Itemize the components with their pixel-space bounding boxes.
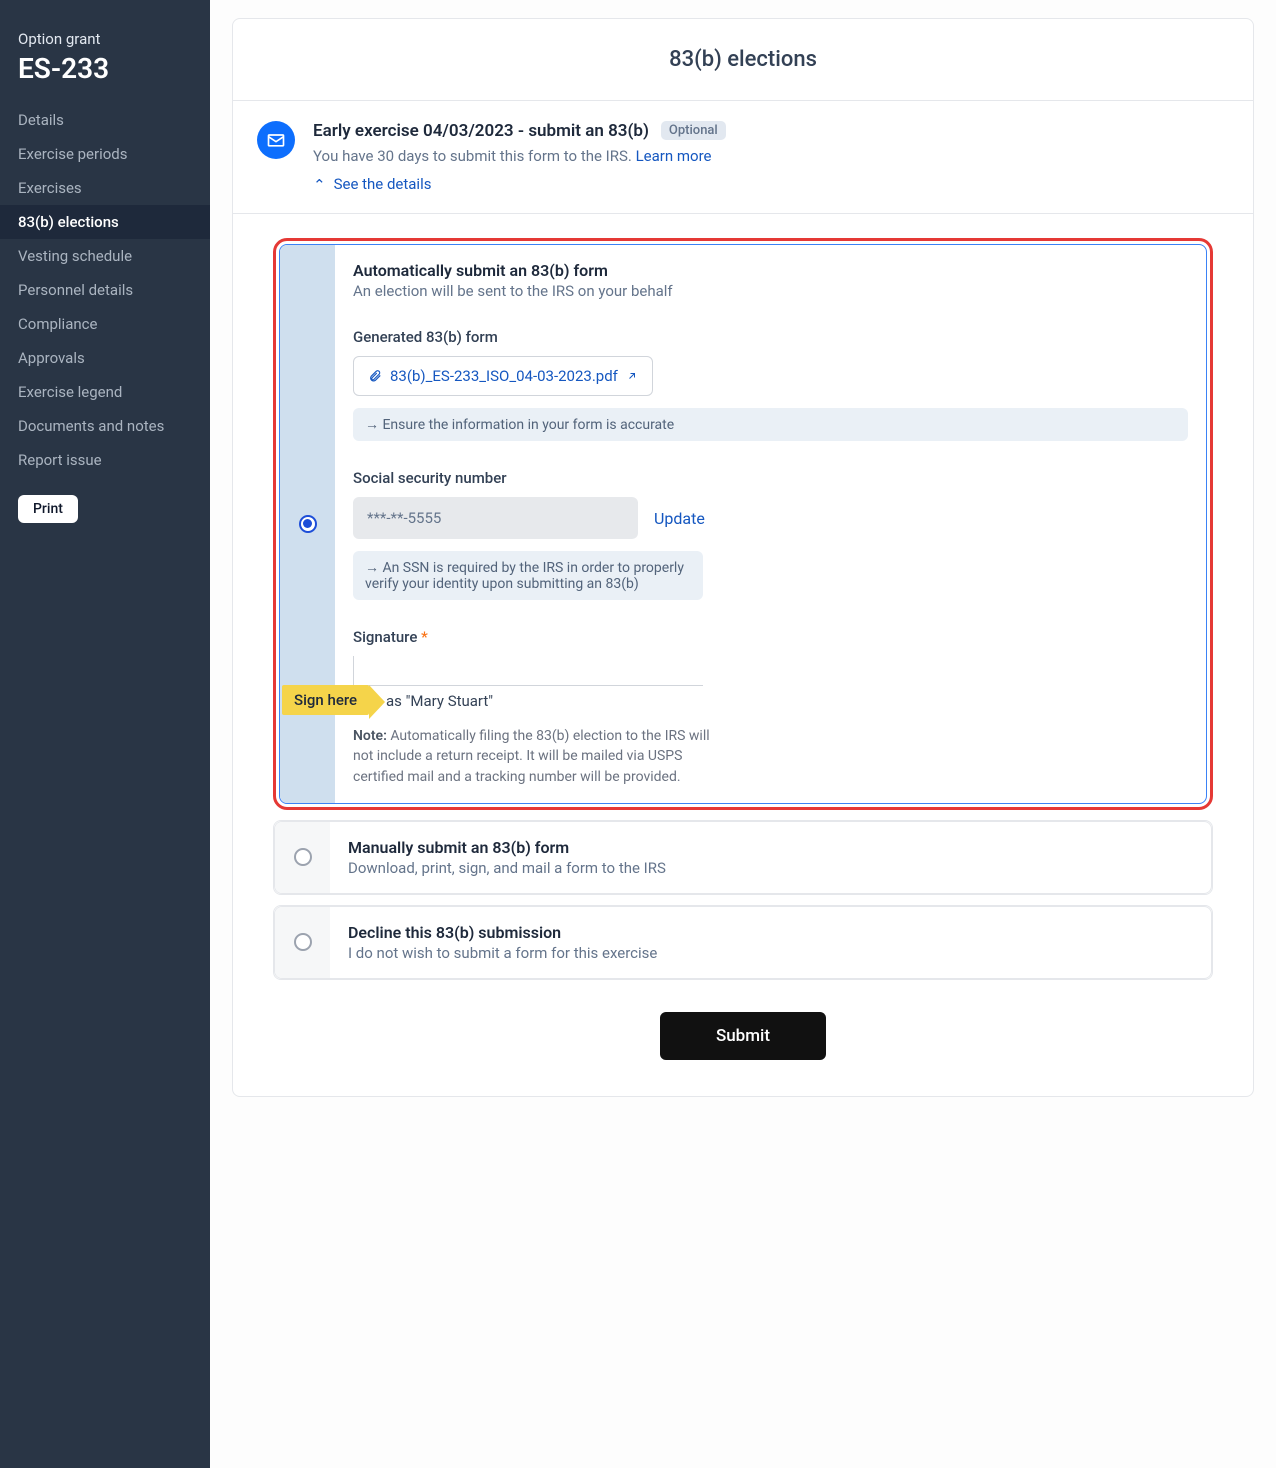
radio-decline[interactable] xyxy=(294,933,312,951)
envelope-icon xyxy=(257,121,295,159)
see-details-toggle[interactable]: ⌄ See the details xyxy=(313,175,1229,193)
grant-subtitle: Option grant xyxy=(18,30,192,48)
options-section: Sign here Automatically submit an 83(b) … xyxy=(233,214,1253,1096)
option-decline[interactable]: Decline this 83(b) submission I do not w… xyxy=(274,906,1212,979)
learn-more-link[interactable]: Learn more xyxy=(636,147,712,165)
radio-manual[interactable] xyxy=(294,848,312,866)
sidebar-item-2[interactable]: Exercises xyxy=(0,171,210,205)
sidebar-item-5[interactable]: Personnel details xyxy=(0,273,210,307)
sign-as-hint: Sign as "Mary Stuart" xyxy=(353,692,1188,710)
radio-zone-manual[interactable] xyxy=(275,822,330,893)
sidebar-item-0[interactable]: Details xyxy=(0,103,210,137)
sidebar-item-4[interactable]: Vesting schedule xyxy=(0,239,210,273)
signature-label: Signature * xyxy=(353,628,1188,646)
see-details-label: See the details xyxy=(334,175,432,193)
radio-zone-decline[interactable] xyxy=(275,907,330,978)
option-auto-sub: An election will be sent to the IRS on y… xyxy=(353,282,1188,300)
radio-auto[interactable] xyxy=(299,515,317,533)
option-decline-title: Decline this 83(b) submission xyxy=(348,923,1193,942)
grant-title: ES-233 xyxy=(18,52,192,85)
ssn-hint: → An SSN is required by the IRS in order… xyxy=(353,551,703,600)
file-name: 83(b)_ES-233_ISO_04-03-2023.pdf xyxy=(390,367,618,385)
notice-banner: Early exercise 04/03/2023 - submit an 83… xyxy=(233,101,1253,214)
option-manual-title: Manually submit an 83(b) form xyxy=(348,838,1193,857)
sidebar-header: Option grant ES-233 xyxy=(0,30,210,103)
radio-zone-auto[interactable] xyxy=(280,245,335,803)
ssn-label: Social security number xyxy=(353,469,1188,487)
paperclip-icon xyxy=(368,369,382,383)
option-auto-highlight: Sign here Automatically submit an 83(b) … xyxy=(273,238,1213,810)
required-asterisk: * xyxy=(421,628,428,646)
notice-title: Early exercise 04/03/2023 - submit an 83… xyxy=(313,121,649,141)
option-manual-wrap: Manually submit an 83(b) form Download, … xyxy=(273,820,1213,895)
external-link-icon xyxy=(626,370,638,382)
notice-body: You have 30 days to submit this form to … xyxy=(313,147,1229,165)
update-ssn-link[interactable]: Update xyxy=(654,509,705,528)
ssn-field xyxy=(353,497,638,539)
auto-note: Note: Automatically filing the 83(b) ele… xyxy=(353,726,723,787)
print-button[interactable]: Print xyxy=(18,495,78,523)
option-auto-title: Automatically submit an 83(b) form xyxy=(353,261,1188,280)
sidebar-item-9[interactable]: Documents and notes xyxy=(0,409,210,443)
accuracy-hint: → Ensure the information in your form is… xyxy=(353,408,1188,441)
signature-input[interactable] xyxy=(353,656,703,686)
generated-file-link[interactable]: 83(b)_ES-233_ISO_04-03-2023.pdf xyxy=(353,356,653,396)
main: 83(b) elections Early exercise 04/03/202… xyxy=(210,0,1276,1468)
option-decline-sub: I do not wish to submit a form for this … xyxy=(348,944,1193,962)
sidebar-item-3[interactable]: 83(b) elections xyxy=(0,205,210,239)
sidebar-item-10[interactable]: Report issue xyxy=(0,443,210,477)
content-card: 83(b) elections Early exercise 04/03/202… xyxy=(232,18,1254,1097)
generated-form-label: Generated 83(b) form xyxy=(353,328,1188,346)
sign-here-tag: Sign here xyxy=(282,685,369,715)
sidebar-item-6[interactable]: Compliance xyxy=(0,307,210,341)
sidebar: Option grant ES-233 DetailsExercise peri… xyxy=(0,0,210,1468)
chevron-up-icon: ⌄ xyxy=(313,175,326,193)
sidebar-item-1[interactable]: Exercise periods xyxy=(0,137,210,171)
optional-badge: Optional xyxy=(661,121,726,140)
page-title: 83(b) elections xyxy=(233,19,1253,101)
sidebar-item-8[interactable]: Exercise legend xyxy=(0,375,210,409)
sidebar-nav: DetailsExercise periodsExercises83(b) el… xyxy=(0,103,210,477)
sidebar-item-7[interactable]: Approvals xyxy=(0,341,210,375)
submit-button[interactable]: Submit xyxy=(660,1012,826,1060)
option-manual-sub: Download, print, sign, and mail a form t… xyxy=(348,859,1193,877)
option-decline-wrap: Decline this 83(b) submission I do not w… xyxy=(273,905,1213,980)
option-auto[interactable]: Automatically submit an 83(b) form An el… xyxy=(279,244,1207,804)
option-manual[interactable]: Manually submit an 83(b) form Download, … xyxy=(274,821,1212,894)
